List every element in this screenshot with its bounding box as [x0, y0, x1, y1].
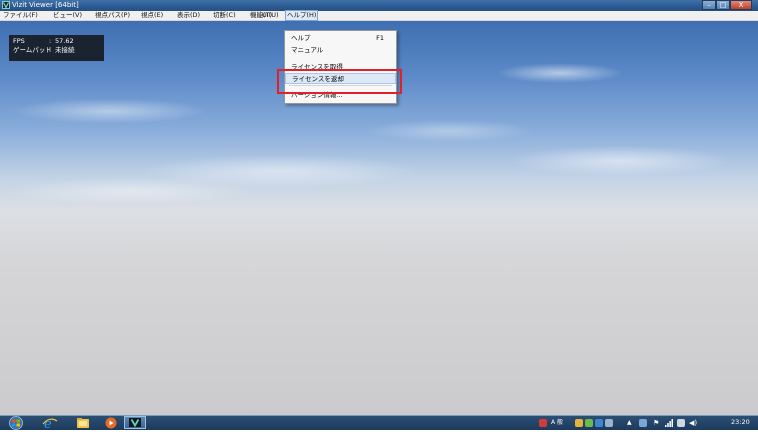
fps-row: FPS : 57.62	[13, 37, 74, 45]
action-center-flag-icon[interactable]: ⚑	[653, 419, 661, 427]
menu-section[interactable]: 切断(C)	[213, 11, 236, 20]
fps-label: FPS	[13, 37, 25, 45]
system-tray: A 般 ▲ ⚑ ◀)	[535, 418, 725, 429]
tray-options-icon[interactable]	[605, 419, 613, 427]
taskbar-clock[interactable]: 23:20	[731, 417, 750, 427]
internet-explorer-icon[interactable]: e	[42, 416, 58, 432]
signal-bars-icon[interactable]	[665, 419, 673, 427]
menu-view[interactable]: ビュー(V)	[53, 11, 82, 20]
fps-separator: :	[49, 37, 52, 45]
gamepad-label: ゲームパッド	[13, 46, 52, 54]
battery-icon[interactable]	[677, 419, 685, 427]
menu-item-manual-label: マニュアル	[291, 46, 324, 54]
menu-help[interactable]: ヘルプ(H)	[285, 10, 319, 21]
menu-item-help[interactable]: ヘルプ F1	[285, 33, 396, 44]
ime-language-indicator[interactable]: A 般	[551, 418, 563, 428]
fps-overlay: FPS : 57.62 ゲームパッド : 未接続	[9, 35, 104, 61]
media-player-icon[interactable]	[104, 416, 118, 430]
help-circle-icon[interactable]	[595, 419, 603, 427]
window-controls: – □ X	[702, 0, 752, 10]
menu-item-manual[interactable]: マニュアル	[285, 45, 396, 56]
menu-viewpoint[interactable]: 視点(E)	[141, 11, 163, 20]
network-monitor-icon[interactable]	[639, 419, 647, 427]
minimize-button[interactable]: –	[702, 0, 716, 10]
security-alert-icon[interactable]	[539, 419, 547, 427]
menu-file[interactable]: ファイル(F)	[3, 11, 38, 20]
menu-display[interactable]: 表示(D)	[177, 11, 200, 20]
annotation-highlight-box	[277, 69, 402, 94]
windows-start-icon[interactable]	[6, 416, 26, 430]
file-explorer-icon[interactable]	[75, 416, 91, 430]
volume-icon[interactable]: ◀)	[689, 419, 697, 427]
ime-pad-icon[interactable]	[585, 419, 593, 427]
menu-bar: ファイル(F) ビュー(V) 視点パス(P) 視点(E) 表示(D) 切断(C)…	[0, 10, 758, 21]
fps-value: 57.62	[55, 37, 74, 45]
gamepad-separator: :	[49, 46, 52, 54]
menu-viewpoint-path[interactable]: 視点パス(P)	[95, 11, 130, 20]
maximize-button[interactable]: □	[716, 0, 730, 10]
vizit-app-icon[interactable]	[2, 1, 10, 9]
tray-expand-icon[interactable]: ▲	[627, 419, 633, 427]
window-title: Vizit Viewer [64bit]	[12, 1, 79, 9]
close-button[interactable]: X	[730, 0, 752, 10]
vizit-viewer-taskbar-icon[interactable]	[124, 416, 146, 429]
taskbar: e A 般 ▲ ⚑ ◀)	[0, 415, 758, 432]
title-bar[interactable]: Vizit Viewer [64bit] – □ X	[0, 0, 758, 11]
menu-ui[interactable]: UI(U)	[262, 11, 279, 20]
gamepad-row: ゲームパッド : 未接続	[13, 46, 75, 54]
menu-item-help-label: ヘルプ	[291, 34, 311, 42]
gamepad-value: 未接続	[55, 46, 75, 54]
ime-toolbar-icon[interactable]	[575, 419, 583, 427]
menu-item-help-shortcut: F1	[376, 34, 384, 42]
